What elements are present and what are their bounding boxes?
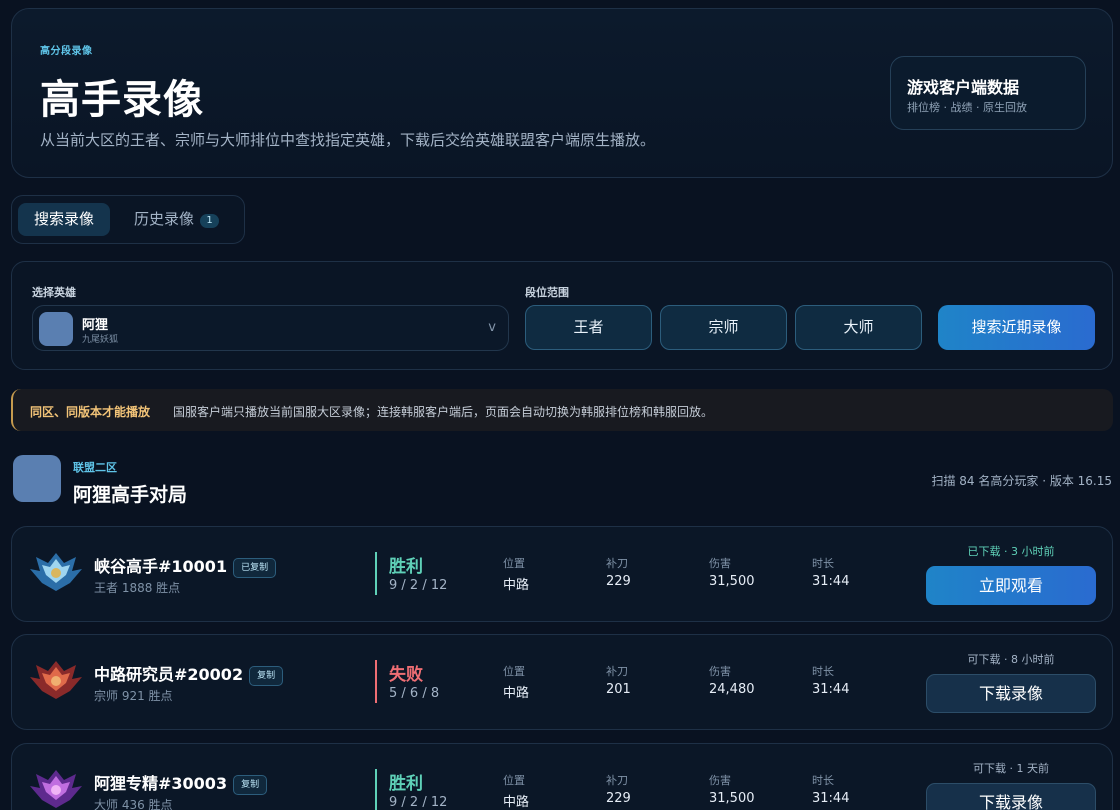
stat-label-damage: 伤害 [709,774,731,787]
hero-avatar [39,312,73,346]
match-result: 胜利 [389,774,423,794]
stat-label-duration: 时长 [812,557,834,570]
stat-label-damage: 伤害 [709,557,731,570]
stat-value-position: 中路 [503,686,530,701]
page-kicker: 高分段录像 [40,46,93,57]
section-meta: 扫描 84 名高分玩家 · 版本 16.15 [931,474,1112,488]
player-id: 阿狸专精#30003 [94,774,228,793]
result-bar [375,769,377,810]
result-bar [375,552,377,595]
match-result: 胜利 [389,557,423,577]
page-description: 从当前大区的王者、宗师与大师排位中查找指定英雄，下载后交给英雄联盟客户端原生播放… [40,131,656,149]
watch-now-button[interactable]: 立即观看 [926,566,1096,605]
copy-id-button[interactable]: 已复制 [233,558,277,578]
match-row: 中路研究员#20002 复制宗师 921 胜点 失败 5 / 6 / 8 位置中路 补刀 2… [11,634,1113,730]
player-rank: 宗师 921 胜点 [94,689,173,703]
grandmaster-emblem-icon [30,661,82,699]
search-panel: 选择英雄 阿狸 九尾妖狐 v 段位范围 王者 宗师 大师 搜索近期录像 [11,261,1113,370]
client-data-card: 游戏客户端数据 排位榜 · 战绩 · 原生回放 [890,56,1086,130]
hero-name: 阿狸 [82,318,109,333]
tab-history[interactable]: 历史录像 1 [118,203,238,236]
hero-select-label: 选择英雄 [32,286,76,299]
download-status: 已下载 · 3 小时前 [967,545,1055,558]
match-row: 阿狸专精#30003 复制大师 436 胜点 胜利 9 / 2 / 12 位置中路 补刀 2… [11,743,1113,810]
page-header: 高分段录像 高手录像 从当前大区的王者、宗师与大师排位中查找指定英雄，下载后交给… [11,8,1113,178]
stat-value-damage: 31,500 [709,574,755,589]
player-rank: 王者 1888 胜点 [94,581,181,595]
player-rank: 大师 436 胜点 [94,798,173,810]
page-title: 高手录像 [40,77,204,123]
rank-range-label: 段位范围 [525,286,569,299]
result-bar [375,660,377,703]
stat-value-position: 中路 [503,795,530,810]
tab-history-label: 历史录像 [134,210,195,228]
rank-grandmaster-button[interactable]: 宗师 [660,305,787,350]
stat-label-cs: 补刀 [606,557,628,570]
stat-value-damage: 24,480 [709,682,755,697]
notice-text: 国服客户端只播放当前国服大区录像；连接韩服客户端后，页面会自动切换为韩服排位榜和… [173,405,714,419]
stat-label-duration: 时长 [812,774,834,787]
player-name: 峡谷高手#10001 已复制 [94,553,277,578]
download-replay-button[interactable]: 下载录像 [926,674,1096,713]
stat-value-duration: 31:44 [812,682,850,697]
stat-label-position: 位置 [503,665,525,678]
stat-value-cs: 201 [606,682,631,697]
hero-select[interactable]: 阿狸 九尾妖狐 v [32,305,509,351]
notice-banner: 同区、同版本才能播放 国服客户端只播放当前国服大区录像；连接韩服客户端后，页面会… [11,389,1113,431]
match-kda: 9 / 2 / 12 [389,795,448,810]
chevron-down-icon: v [488,320,496,335]
rank-master-button[interactable]: 大师 [795,305,922,350]
download-status: 可下载 · 1 天前 [973,762,1049,775]
history-count-badge: 1 [200,214,220,228]
match-kda: 5 / 6 / 8 [389,686,440,701]
stat-value-duration: 31:44 [812,574,850,589]
download-replay-button[interactable]: 下载录像 [926,783,1096,810]
copy-id-button[interactable]: 复制 [249,666,284,686]
stat-value-cs: 229 [606,574,631,589]
match-row: 峡谷高手#10001 已复制王者 1888 胜点 胜利 9 / 2 / 12 位置中路 补… [11,526,1113,622]
stat-label-duration: 时长 [812,665,834,678]
match-kda: 9 / 2 / 12 [389,578,448,593]
stat-value-duration: 31:44 [812,791,850,806]
stat-label-damage: 伤害 [709,665,731,678]
notice-strong: 同区、同版本才能播放 [30,405,151,419]
download-status: 可下载 · 8 小时前 [967,653,1055,666]
section-title: 阿狸高手对局 [73,484,188,506]
stat-label-position: 位置 [503,557,525,570]
search-replays-button[interactable]: 搜索近期录像 [938,305,1095,350]
stat-label-cs: 补刀 [606,774,628,787]
player-name: 中路研究员#20002 复制 [94,661,284,686]
stat-value-damage: 31,500 [709,791,755,806]
challenger-emblem-icon [30,553,82,591]
player-id: 中路研究员#20002 [94,665,244,684]
player-name: 阿狸专精#30003 复制 [94,770,268,795]
client-data-subtitle: 排位榜 · 战绩 · 原生回放 [907,101,1027,114]
master-emblem-icon [30,770,82,808]
stat-label-cs: 补刀 [606,665,628,678]
section-region: 联盟二区 [73,461,117,474]
rank-challenger-button[interactable]: 王者 [525,305,652,350]
client-data-title: 游戏客户端数据 [907,78,1020,97]
stat-value-cs: 229 [606,791,631,806]
copy-id-button[interactable]: 复制 [233,775,268,795]
section-hero-avatar [13,455,61,502]
player-id: 峡谷高手#10001 [94,557,228,576]
replay-tabs: 搜索录像 历史录像 1 [11,195,245,244]
stat-label-position: 位置 [503,774,525,787]
hero-title: 九尾妖狐 [82,335,119,345]
match-result: 失败 [389,665,423,685]
tab-search[interactable]: 搜索录像 [18,203,110,236]
stat-value-position: 中路 [503,578,530,593]
